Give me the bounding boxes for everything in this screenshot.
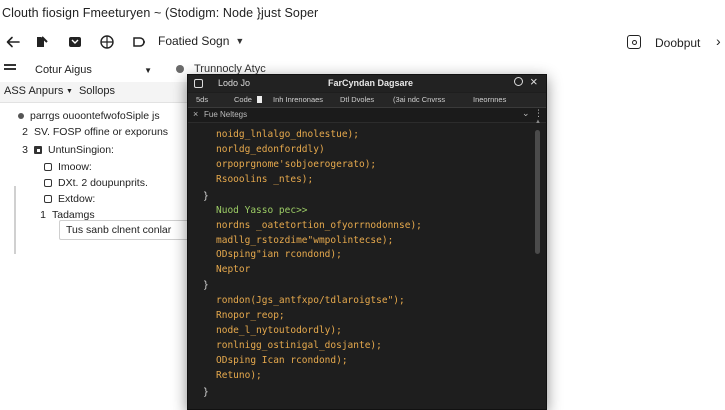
back-arrow-icon[interactable]: [4, 33, 22, 51]
code-line: Retuno);: [216, 370, 262, 381]
code-line: nordns _oatetortion_ofyorrnodonnse);: [216, 220, 422, 231]
left-panel-tabs: ASS Anpurs ▼ Sollops: [0, 82, 188, 103]
chevron-down-icon: ▼: [66, 87, 73, 95]
list-item-label: SV. FOSP offine or exporuns: [34, 126, 169, 138]
checkbox[interactable]: [44, 195, 52, 203]
code-line: Neptor: [216, 264, 251, 275]
code-line: }: [203, 387, 209, 398]
code-line: norldg_edonforddly): [216, 144, 325, 155]
chevron-down-icon[interactable]: ⌄: [522, 108, 530, 119]
list-item-label: DXt. 2 doupunprits.: [58, 177, 148, 189]
editor-file-bar: × Fue Neltegs ⌄ ⋮: [188, 108, 546, 123]
tab-dvoles[interactable]: Dtl Dvoles: [340, 95, 374, 104]
code-line: }: [203, 280, 209, 291]
tab-sollops[interactable]: ▼ Sollops: [66, 85, 115, 97]
code-line: }: [203, 191, 209, 202]
active-tab-marker: [257, 96, 262, 103]
app-icon: [194, 79, 203, 88]
scroll-up-icon[interactable]: ▲: [535, 119, 541, 125]
dialog-short-label: Lodo Jo: [218, 78, 251, 88]
overflow-chevron[interactable]: ›: [716, 33, 721, 49]
code-editor-dialog: Lodo Jo FarCyndan Dagsare × 5ds Code Inh…: [187, 74, 547, 410]
tab-sollops-label: Sollops: [78, 85, 116, 97]
dialog-title-bar: Lodo Jo FarCyndan Dagsare ×: [188, 74, 546, 92]
close-icon[interactable]: ×: [530, 74, 538, 89]
toolbar: Foatied Sogn ▼ Doobput ›: [0, 30, 725, 56]
chevron-down-icon: ▼: [144, 65, 152, 75]
record-indicator: [176, 65, 184, 73]
close-file-icon[interactable]: ×: [193, 109, 198, 119]
code-line: ODsping Ican rcondond);: [216, 355, 348, 366]
output-icon[interactable]: [627, 35, 641, 49]
scrollbar[interactable]: ▲: [534, 119, 542, 409]
list-item[interactable]: DXt. 2 doupunprits.: [44, 177, 148, 189]
list-item-number: 3: [22, 144, 28, 156]
folder-icon: [34, 146, 42, 154]
tab-5ds[interactable]: 5ds: [196, 95, 208, 104]
list-item[interactable]: Imoow:: [44, 161, 92, 173]
menu-icon[interactable]: [4, 64, 16, 74]
scrollbar-thumb[interactable]: [535, 130, 540, 254]
list-item-label: Imoow:: [58, 161, 92, 173]
message-icon[interactable]: [66, 33, 84, 51]
list-item-label: Extdow:: [58, 193, 96, 205]
client-color-input[interactable]: Tus sanb clnent conlar: [59, 220, 189, 240]
list-item-label: parrgs ouoontefwofoSiple js: [30, 110, 160, 122]
tab-cnvrss[interactable]: (3ai ndc Cnvrss: [393, 95, 445, 104]
window-title: Clouth fiosign Fmeeturyen ~ (Stodigm: No…: [2, 6, 319, 20]
checkbox[interactable]: [44, 179, 52, 187]
list-item[interactable]: 2 SV. FOSP offine or exporuns: [18, 126, 168, 138]
more-icon[interactable]: ⋮: [534, 108, 543, 119]
dialog-tabs: 5ds Code Inh Inrenonaes Dtl Dvoles (3ai …: [188, 93, 546, 108]
checkbox[interactable]: [44, 163, 52, 171]
code-line: ODsping"ian rcondond);: [216, 249, 342, 260]
list-item-label: UntunSingion:: [48, 144, 114, 156]
app-window: Clouth fiosign Fmeeturyen ~ (Stodigm: No…: [0, 0, 725, 410]
code-line: ronlnigg_ostinigal_dosjante);: [216, 340, 382, 351]
code-line: rondon(Jgs_antfxpo/tdlaroigtse");: [216, 295, 405, 306]
chevron-down-icon: ▼: [235, 36, 245, 46]
list-item[interactable]: 3 UntunSingion:: [18, 144, 114, 156]
list-item[interactable]: Extdow:: [44, 193, 95, 205]
code-line: node_l_nytoutodordly);: [216, 325, 342, 336]
code-line: orpoprgnome'sobjoerogerato);: [216, 159, 377, 170]
code-line: noidg_lnlalgo_dnolestue);: [216, 129, 359, 140]
title-bar: Clouth fiosign Fmeeturyen ~ (Stodigm: No…: [0, 0, 725, 26]
code-line: Nuod Yasso pec>>: [216, 205, 308, 216]
tab-anpurs[interactable]: ASS Anpurs: [4, 85, 63, 97]
minimize-icon[interactable]: [514, 77, 523, 86]
font-dropdown[interactable]: Foatied Sogn ▼: [158, 34, 244, 48]
tab-inrenonaes[interactable]: Inh Inrenonaes: [273, 95, 323, 104]
code-line: Rsooolins _ntes);: [216, 174, 314, 185]
left-panel: ASS Anpurs ▼ Sollops parrgs ouoontefwofo…: [0, 82, 189, 410]
tree-guide: [14, 186, 16, 254]
color-select[interactable]: Cotur Aigus ▼: [25, 61, 156, 79]
list-item[interactable]: parrgs ouoontefwofoSiple js: [18, 110, 160, 122]
code-line: madllg_rstozdime"wmpolintecse);: [216, 235, 394, 246]
color-select-value: Cotur Aigus: [35, 64, 92, 76]
file-label: Fue Neltegs: [204, 110, 248, 119]
pin-icon[interactable]: [33, 33, 51, 51]
split-view-icon[interactable]: [130, 33, 148, 51]
dialog-title: FarCyndan Dagsare: [328, 78, 414, 88]
font-dropdown-label: Foatied Sogn: [158, 34, 230, 48]
tab-code[interactable]: Code: [234, 95, 252, 104]
tab-ineornnes[interactable]: Ineornnes: [473, 95, 506, 104]
output-button[interactable]: Doobput: [655, 36, 700, 50]
list-item-number: 1: [40, 209, 46, 221]
bullet-icon: [18, 113, 24, 119]
list-item-number: 2: [22, 126, 28, 138]
globe-icon[interactable]: [98, 33, 116, 51]
code-editor[interactable]: noidg_lnlalgo_dnolestue); norldg_edonford…: [188, 119, 546, 409]
code-line: Rnopor_reop;: [216, 310, 285, 321]
